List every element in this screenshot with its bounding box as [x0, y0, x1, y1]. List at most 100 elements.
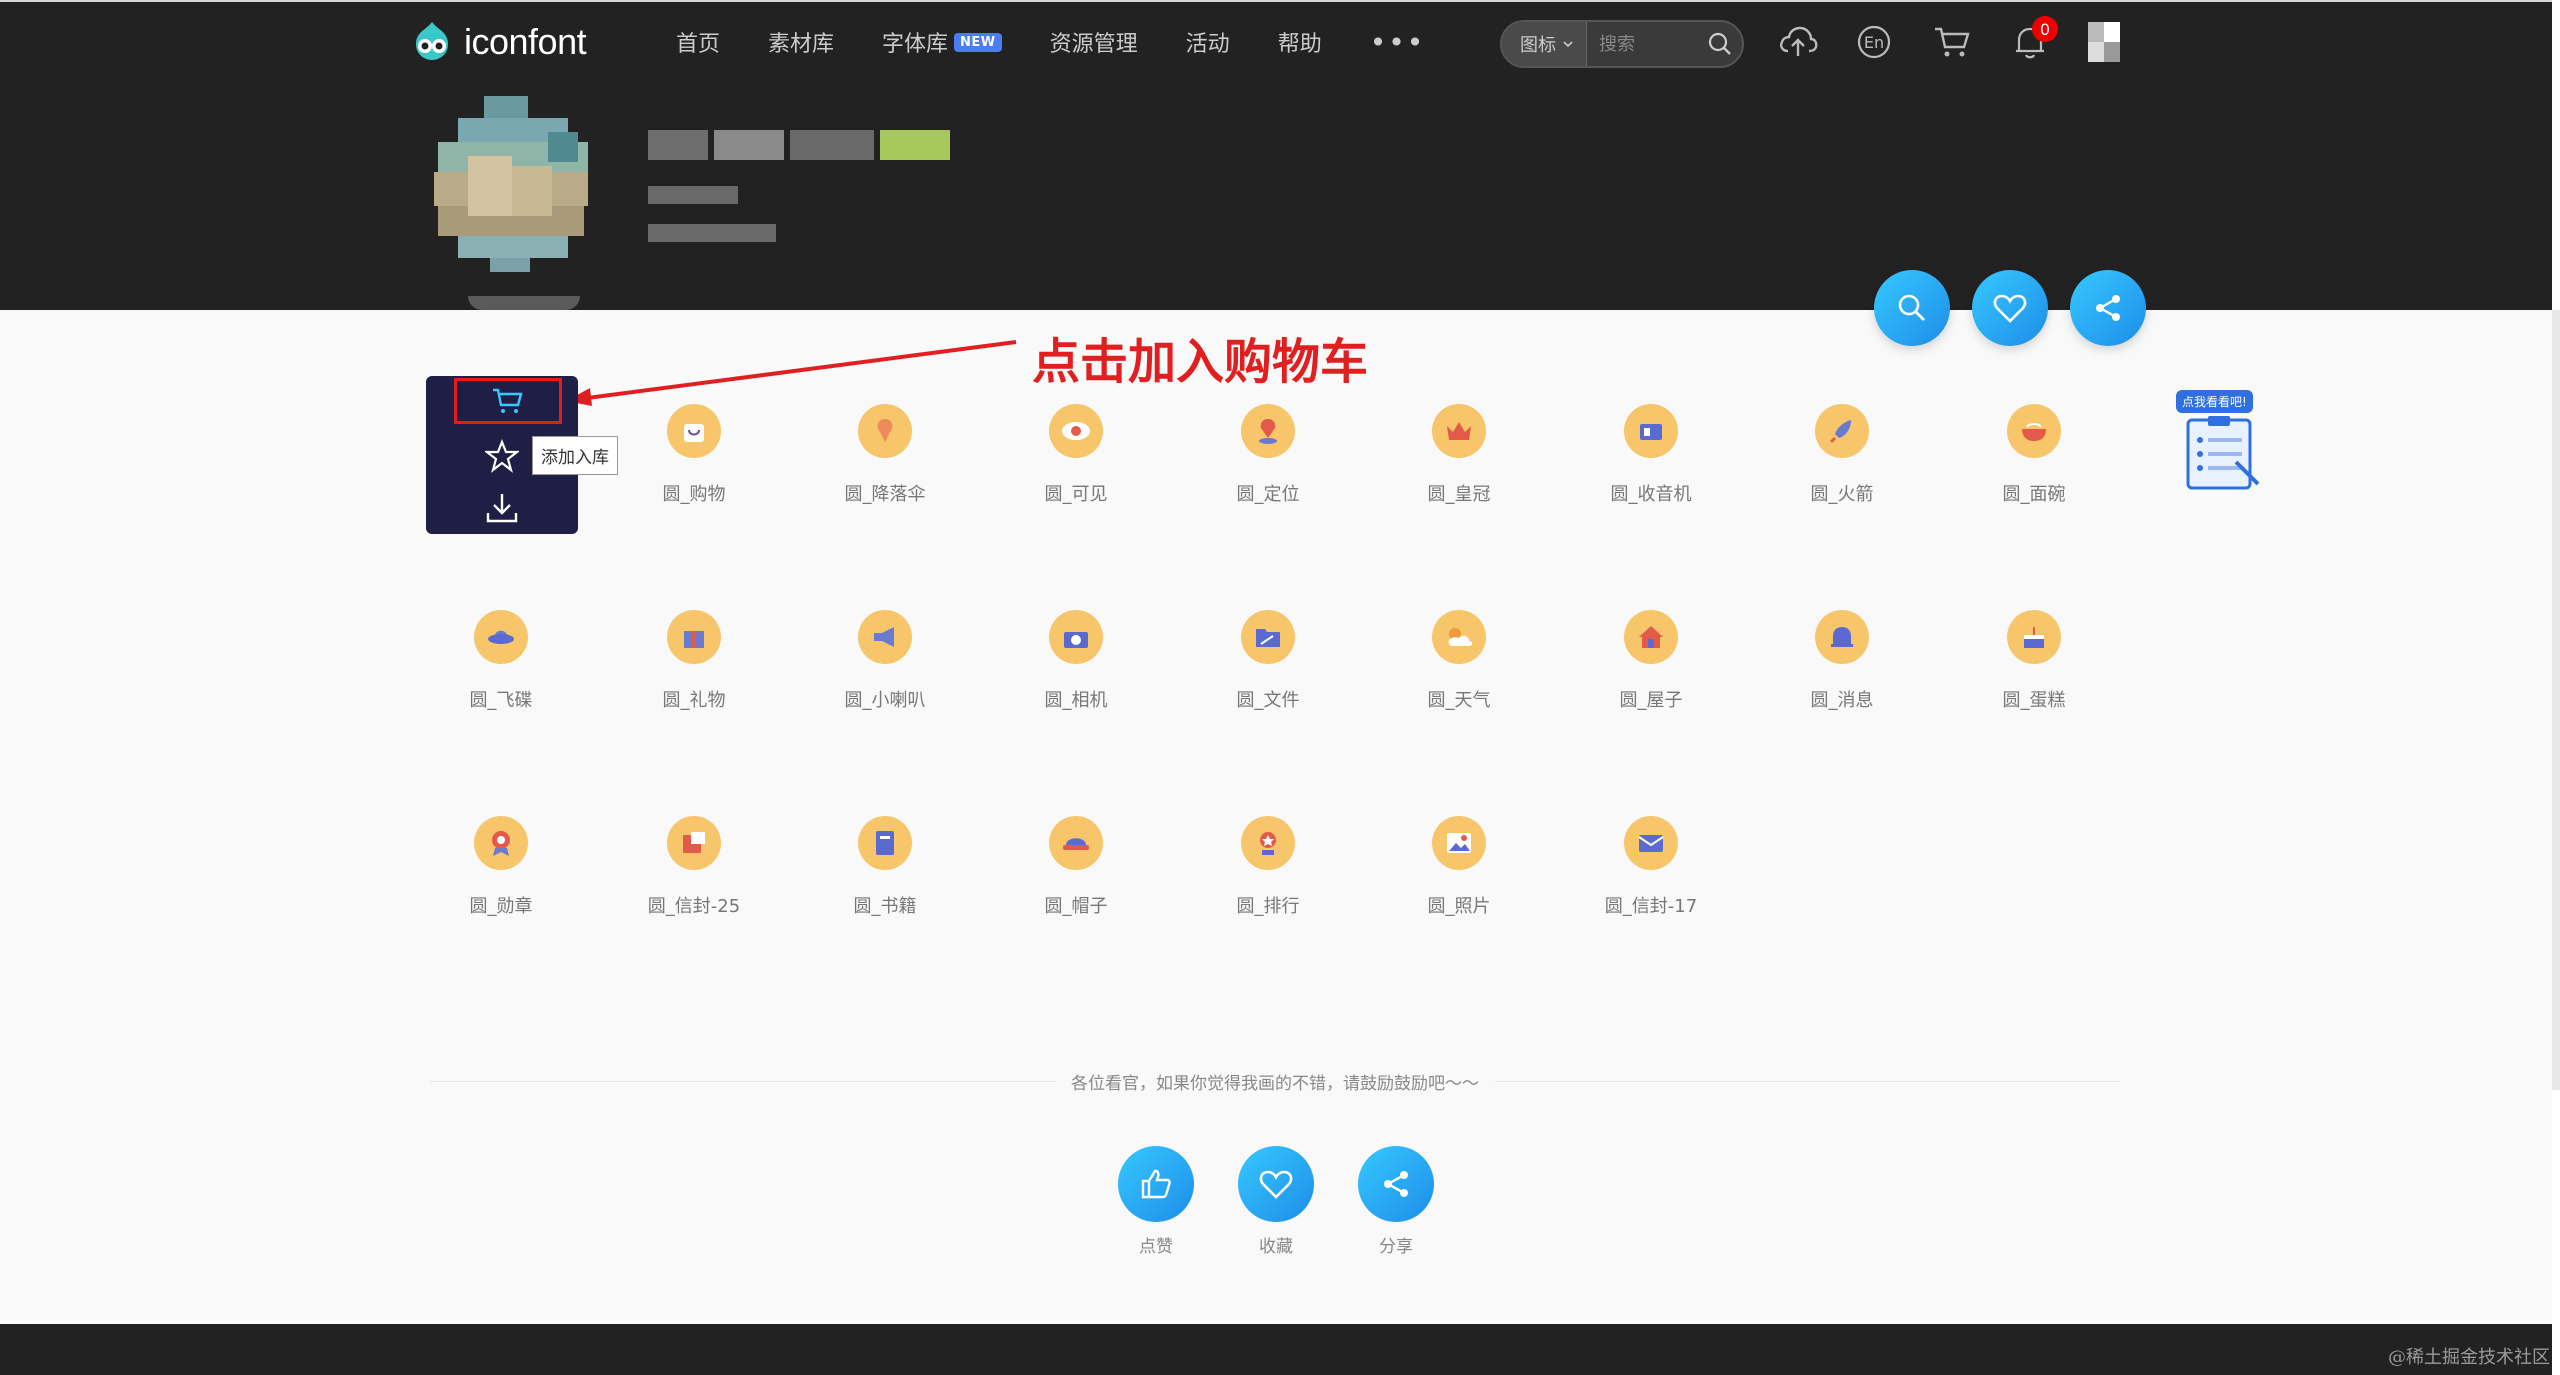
shopping-cart-icon [493, 388, 523, 413]
icon-card[interactable]: 圆_定位 [1193, 404, 1343, 514]
watermark: @稀土掘金技术社区 [2388, 1347, 2550, 1368]
share-button[interactable]: 分享 [1358, 1146, 1434, 1257]
icon-label: 圆_信封-25 [647, 896, 741, 917]
icon-label: 圆_可见 [1044, 484, 1108, 505]
side-promo-banner[interactable]: 点我看看吧! [2176, 390, 2266, 494]
clipboard-icon [2186, 416, 2260, 490]
nav-item-activities[interactable]: 活动 [1186, 26, 1230, 58]
icon-card[interactable]: 圆_屋子 [1576, 610, 1726, 720]
icon-card[interactable]: 圆_皇冠 [1384, 404, 1534, 514]
language-label: En [1863, 32, 1885, 52]
search-button[interactable] [1698, 31, 1742, 57]
weather-icon [1432, 610, 1486, 664]
icon-card[interactable]: 圆_购物 [619, 404, 769, 514]
new-badge: NEW [954, 32, 1002, 52]
search-type-label: 图标 [1520, 35, 1556, 56]
icon-card[interactable]: 圆_面碗 [1959, 404, 2109, 514]
house-icon [1624, 610, 1678, 664]
icon-card[interactable]: 圆_可见 [1001, 404, 1151, 514]
icon-label: 圆_排行 [1236, 896, 1300, 917]
icon-card[interactable]: 圆_飞碟 [426, 610, 576, 720]
book-icon [858, 816, 912, 870]
icon-card[interactable]: 圆_书籍 [810, 816, 960, 926]
icon-card[interactable]: 圆_消息 [1767, 610, 1917, 720]
nav-item-home[interactable]: 首页 [676, 26, 720, 58]
side-banner-tag: 点我看看吧! [2176, 390, 2253, 413]
search-fab[interactable] [1874, 270, 1950, 346]
icon-label: 圆_火箭 [1810, 484, 1874, 505]
download-button[interactable] [482, 488, 522, 528]
iconfont-logo-icon [416, 22, 448, 60]
icon-card[interactable]: 圆_信封-17 [1576, 816, 1726, 926]
share-icon [2096, 295, 2120, 321]
search-input[interactable] [1587, 32, 1698, 56]
cart-button[interactable] [1930, 20, 1974, 64]
search-type-select[interactable]: 图标 [1502, 22, 1587, 66]
icon-card[interactable]: 圆_收音机 [1576, 404, 1726, 514]
scrollbar[interactable] [2552, 310, 2560, 1090]
icon-card[interactable]: 圆_天气 [1384, 610, 1534, 720]
search-icon [1898, 294, 1925, 321]
notifications-button[interactable]: 0 [2008, 16, 2058, 64]
upload-button[interactable] [1776, 20, 1820, 64]
add-to-library-button[interactable] [482, 436, 522, 476]
icon-card[interactable]: 圆_信封-25 [619, 816, 769, 926]
icon-label: 圆_相机 [1044, 690, 1108, 711]
icon-label: 圆_消息 [1810, 690, 1874, 711]
icon-card[interactable]: 圆_小喇叭 [810, 610, 960, 720]
camera-icon [1049, 610, 1103, 664]
icon-label: 圆_勋章 [469, 896, 533, 917]
like-circle [1118, 1146, 1194, 1222]
envelope-icon [1624, 816, 1678, 870]
like-label: 点赞 [1139, 1237, 1173, 1257]
heart-icon [1993, 294, 2027, 323]
icon-label: 圆_蛋糕 [2002, 690, 2066, 711]
nav-item-label: 首页 [676, 32, 721, 57]
icon-label: 圆_定位 [1236, 484, 1300, 505]
icon-label: 圆_收音机 [1610, 484, 1692, 505]
icon-card[interactable]: 圆_火箭 [1767, 404, 1917, 514]
megaphone-icon [858, 610, 912, 664]
brand-logo[interactable]: iconfont [410, 18, 587, 66]
nav-item-materials[interactable]: 素材库 [768, 26, 834, 58]
rocket-icon [1815, 404, 1869, 458]
icon-label: 圆_屋子 [1619, 690, 1683, 711]
icon-card[interactable]: 圆_勋章 [426, 816, 576, 926]
hat-icon [1049, 816, 1103, 870]
nav-item-label: 素材库 [768, 32, 835, 57]
icon-card[interactable]: 圆_蛋糕 [1959, 610, 2109, 720]
cake-icon [2007, 610, 2061, 664]
nav-item-help[interactable]: 帮助 [1278, 26, 1322, 58]
icon-card[interactable]: 圆_文件 [1193, 610, 1343, 720]
icon-card[interactable]: 圆_照片 [1384, 816, 1534, 926]
parachute-icon [858, 404, 912, 458]
add-to-cart-button[interactable] [454, 378, 562, 424]
favorite-fab[interactable] [1972, 270, 2048, 346]
icon-label: 圆_降落伞 [844, 484, 926, 505]
nav-item-label: 字体库 [882, 32, 949, 57]
icon-card[interactable]: 圆_礼物 [619, 610, 769, 720]
share-circle [1358, 1146, 1434, 1222]
nav-item-label: 帮助 [1277, 32, 1322, 57]
nav-item-resources[interactable]: 资源管理 [1050, 26, 1138, 58]
nav-item-fonts[interactable]: 字体库 NEW [882, 26, 1002, 58]
nav-more-button[interactable]: ••• [1370, 26, 1426, 59]
like-button[interactable]: 点赞 [1118, 1146, 1194, 1257]
icon-card[interactable]: 圆_排行 [1193, 816, 1343, 926]
notification-count-badge: 0 [2032, 16, 2058, 42]
icon-card[interactable]: 圆_相机 [1001, 610, 1151, 720]
divider-line [1495, 1080, 2120, 1082]
thumbs-up-icon [1141, 1169, 1171, 1199]
language-switch[interactable]: En [1852, 20, 1896, 64]
heart-icon [1259, 1170, 1293, 1199]
share-fab[interactable] [2070, 270, 2146, 346]
profile-avatar [428, 96, 596, 272]
icon-label: 圆_礼物 [662, 690, 726, 711]
icon-card[interactable]: 圆_降落伞 [810, 404, 960, 514]
collect-button[interactable]: 收藏 [1238, 1146, 1314, 1257]
folder-icon [1241, 610, 1295, 664]
logo-text: iconfont [464, 21, 587, 62]
ranking-icon [1241, 816, 1295, 870]
cloud-upload-icon [1780, 26, 1818, 56]
icon-card[interactable]: 圆_帽子 [1001, 816, 1151, 926]
